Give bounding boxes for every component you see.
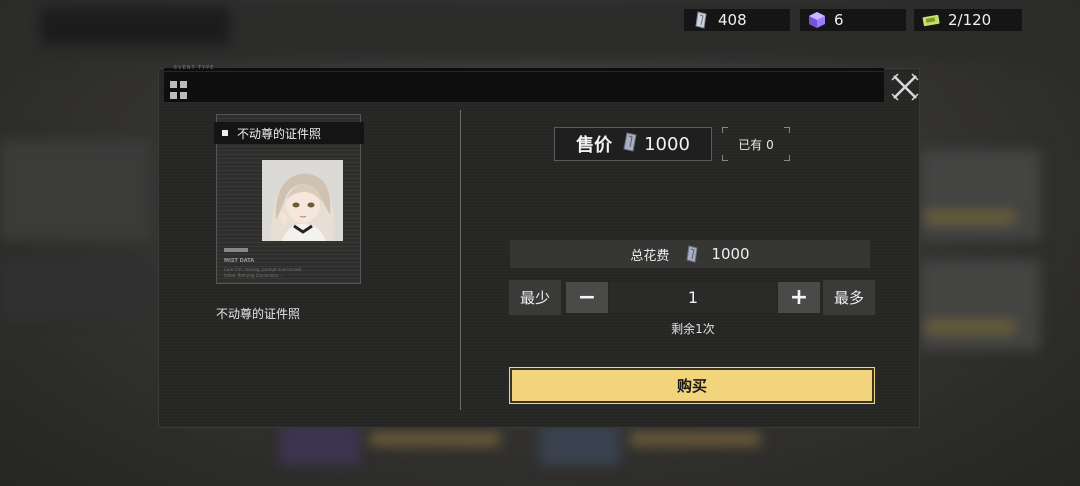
max-quantity-button[interactable]: 最多 (823, 280, 875, 315)
crystal-shard-icon (692, 11, 710, 29)
price-value: 1000 (644, 133, 690, 155)
panel-divider (460, 110, 461, 410)
resource-stamina: 2/120 (914, 9, 1022, 31)
item-card-title: 不动尊的证件照 (214, 122, 364, 144)
min-quantity-button[interactable]: 最少 (509, 280, 561, 315)
price-box: 售价 1000 (554, 127, 712, 161)
card-meta-text: Core Ctrl. missing, prompt overrunned fa… (224, 267, 302, 278)
price-label: 售价 (576, 135, 613, 156)
owned-count: 已有 0 (738, 137, 774, 152)
remaining-purchases: 剩余1次 (671, 322, 715, 336)
card-meta-heading: MIST DATA (224, 258, 255, 264)
grid-icon (170, 81, 188, 99)
gems-count: 6 (834, 11, 844, 29)
increase-button[interactable]: + (778, 282, 820, 313)
buy-button[interactable]: 购买 (509, 367, 875, 404)
crystal-shard-icon (622, 132, 638, 156)
quantity-value[interactable]: 1 (610, 282, 776, 313)
ticket-icon (922, 11, 940, 29)
resource-gems: 6 (800, 9, 906, 31)
decrease-button[interactable]: − (566, 282, 608, 313)
purple-cube-icon (808, 11, 826, 29)
total-cost-row: 总花费 1000 (510, 240, 870, 268)
item-card-title-text: 不动尊的证件照 (237, 126, 322, 141)
owned-count-box: 已有 0 (722, 127, 790, 161)
item-name: 不动尊的证件照 (216, 307, 301, 321)
close-button[interactable] (890, 72, 920, 102)
crystal-shard-icon (685, 245, 699, 263)
total-cost-label: 总花费 (630, 248, 670, 264)
bullet-square-icon (222, 130, 228, 136)
resource-fragments: 408 (684, 9, 790, 31)
header-tag: EVENT TYPE (174, 65, 215, 71)
dialog-header: EVENT TYPE (164, 65, 884, 102)
close-icon (891, 73, 919, 101)
card-bar (224, 248, 248, 252)
item-portrait-image (262, 160, 343, 241)
total-cost-value: 1000 (711, 245, 750, 263)
fragments-count: 408 (718, 11, 747, 29)
stamina-count: 2/120 (948, 11, 992, 29)
